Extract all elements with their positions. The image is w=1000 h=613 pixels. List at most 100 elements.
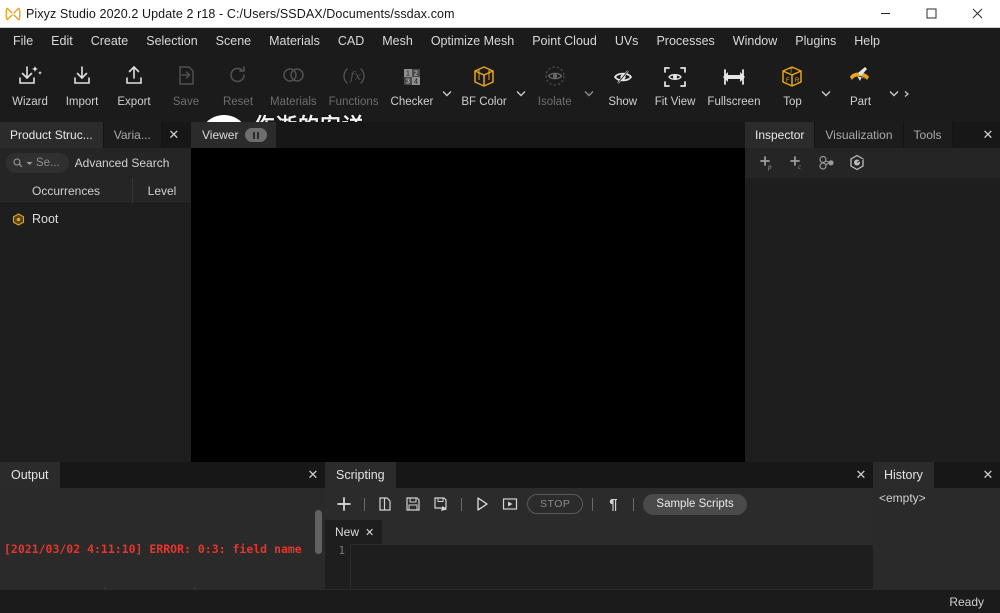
script-tab-new[interactable]: New ✕: [325, 520, 383, 544]
menu-processes[interactable]: Processes: [647, 31, 723, 51]
ribbon-button-fullscreen[interactable]: Fullscreen: [701, 56, 766, 120]
ribbon-button-functions[interactable]: fx Functions: [323, 56, 385, 120]
toolbar-separator: [592, 497, 594, 511]
menu-selection[interactable]: Selection: [137, 31, 206, 51]
import-icon: [69, 60, 95, 94]
node-graph-icon[interactable]: [817, 153, 837, 173]
view-cube-icon: T F R: [778, 60, 806, 94]
viewport-3d[interactable]: [191, 148, 745, 462]
script-tab-close-icon[interactable]: ✕: [365, 526, 374, 539]
output-close-icon[interactable]: ✕: [301, 462, 325, 488]
tab-scripting[interactable]: Scripting: [325, 462, 396, 488]
top-chevron-down-icon[interactable]: [818, 56, 834, 120]
tab-tools[interactable]: Tools: [903, 122, 953, 148]
ribbon-button-part[interactable]: Part: [834, 56, 886, 120]
ribbon-button-isolate[interactable]: Isolate: [529, 56, 581, 120]
output-scrollbar-thumb[interactable]: [315, 510, 322, 554]
status-text: Ready: [949, 594, 984, 609]
sample-scripts-button[interactable]: Sample Scripts: [643, 493, 747, 515]
editor-gutter: 1: [325, 544, 351, 589]
part-chevron-down-icon[interactable]: [886, 56, 902, 120]
title-bar: Pixyz Studio 2020.2 Update 2 r18 - C:/Us…: [0, 0, 1000, 28]
tab-visualization[interactable]: Visualization: [815, 122, 904, 148]
ribbon-button-bf-color[interactable]: BF Color: [455, 56, 512, 120]
ribbon-button-show[interactable]: Show: [597, 56, 649, 120]
search-chevron-down-icon[interactable]: [26, 161, 33, 166]
ribbon-button-checker[interactable]: 1 2 3 4 Checker: [385, 56, 440, 120]
ribbon-overflow-icon[interactable]: [902, 56, 912, 120]
menu-edit[interactable]: Edit: [42, 31, 82, 51]
history-content[interactable]: <empty>: [873, 488, 1000, 589]
menu-file[interactable]: File: [4, 31, 42, 51]
column-level[interactable]: Level: [133, 178, 191, 203]
menu-scene[interactable]: Scene: [207, 31, 260, 51]
bottom-dock: Output ✕ [2021/03/02 4:11:10] ERROR: 0:3…: [0, 462, 1000, 589]
ribbon-button-wizard[interactable]: Wizard: [4, 56, 56, 120]
open-script-icon[interactable]: [374, 493, 396, 515]
ribbon-button-export[interactable]: Export: [108, 56, 160, 120]
ribbon-button-fit-view[interactable]: Fit View: [649, 56, 702, 120]
ribbon-label-isolate: Isolate: [537, 96, 572, 108]
menu-point-cloud[interactable]: Point Cloud: [523, 31, 606, 51]
save-script-icon[interactable]: [402, 493, 424, 515]
menu-help[interactable]: Help: [845, 31, 889, 51]
add-property-icon[interactable]: p: [757, 153, 777, 173]
ribbon-button-top[interactable]: T F R Top: [766, 56, 818, 120]
viewer-tab-row: Viewer: [191, 122, 745, 148]
ribbon-button-reset[interactable]: Reset: [212, 56, 264, 120]
tab-inspector[interactable]: Inspector: [745, 122, 816, 148]
tab-product-structure[interactable]: Product Struc...: [0, 122, 104, 148]
menu-mesh[interactable]: Mesh: [373, 31, 422, 51]
run-selection-icon[interactable]: [499, 493, 521, 515]
maximize-button[interactable]: [908, 0, 954, 28]
run-script-icon[interactable]: [471, 493, 493, 515]
save-as-script-icon[interactable]: [430, 493, 452, 515]
output-panel: Output ✕ [2021/03/02 4:11:10] ERROR: 0:3…: [0, 462, 325, 589]
menu-window[interactable]: Window: [724, 31, 786, 51]
hex-target-icon[interactable]: [847, 153, 867, 173]
ribbon-button-save[interactable]: Save: [160, 56, 212, 120]
ribbon-button-materials[interactable]: Materials: [264, 56, 323, 120]
right-dock: Inspector Visualization Tools ✕ p c: [745, 122, 1000, 462]
pause-icon[interactable]: [245, 128, 268, 142]
close-window-button[interactable]: [954, 0, 1000, 28]
right-dock-close-icon[interactable]: ✕: [976, 122, 1000, 148]
advanced-search-button[interactable]: Advanced Search: [75, 156, 170, 170]
menu-plugins[interactable]: Plugins: [786, 31, 845, 51]
tab-variants[interactable]: Varia...: [103, 122, 162, 148]
tree-item-root[interactable]: Root: [0, 208, 191, 230]
ribbon-button-import[interactable]: Import: [56, 56, 108, 120]
menu-optimize-mesh[interactable]: Optimize Mesh: [422, 31, 523, 51]
bf-color-chevron-down-icon[interactable]: [513, 56, 529, 120]
menu-cad[interactable]: CAD: [329, 31, 373, 51]
part-select-icon: [845, 60, 875, 94]
new-script-icon[interactable]: [333, 493, 355, 515]
tab-history[interactable]: History: [873, 462, 934, 488]
scripting-close-icon[interactable]: ✕: [849, 462, 873, 488]
output-line: [2021/03/02 4:11:10] ERROR: 0:3: field n…: [4, 542, 302, 556]
pilcrow-icon[interactable]: ¶: [602, 493, 624, 515]
svg-text:2: 2: [414, 71, 418, 78]
product-structure-tree[interactable]: Root: [0, 204, 191, 462]
menu-uvs[interactable]: UVs: [606, 31, 648, 51]
tab-viewer[interactable]: Viewer: [191, 122, 277, 148]
add-custom-icon[interactable]: c: [787, 153, 807, 173]
left-dock-close-icon[interactable]: ✕: [162, 122, 186, 148]
history-close-icon[interactable]: ✕: [976, 462, 1000, 488]
isolate-chevron-down-icon[interactable]: [581, 56, 597, 120]
search-row: Se... Advanced Search: [0, 148, 191, 178]
tab-output[interactable]: Output: [0, 462, 60, 488]
left-dock: Product Struc... Varia... ✕ Se... Advanc…: [0, 122, 191, 462]
stop-script-button[interactable]: STOP: [527, 494, 584, 514]
output-log[interactable]: [2021/03/02 4:11:10] ERROR: 0:3: field n…: [0, 488, 325, 589]
menu-materials[interactable]: Materials: [260, 31, 329, 51]
editor-code-area[interactable]: [351, 544, 873, 589]
minimize-button[interactable]: [862, 0, 908, 28]
checker-chevron-down-icon[interactable]: [439, 56, 455, 120]
menu-create[interactable]: Create: [82, 31, 138, 51]
search-input[interactable]: Se...: [6, 153, 69, 173]
svg-text:c: c: [798, 163, 802, 171]
application-window: Pixyz Studio 2020.2 Update 2 r18 - C:/Us…: [0, 0, 1000, 613]
column-occurrences[interactable]: Occurrences: [0, 178, 133, 203]
script-editor[interactable]: 1: [325, 544, 873, 589]
